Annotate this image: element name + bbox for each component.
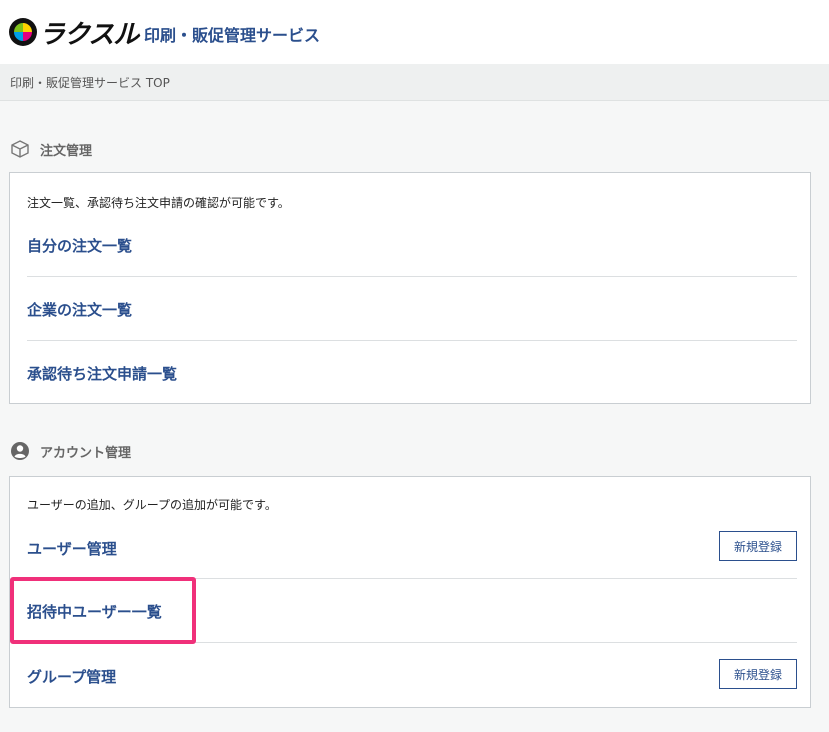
breadcrumb: 印刷・販促管理サービス TOP <box>10 76 170 90</box>
logo-text: ラクスル <box>39 19 139 50</box>
account-card: ユーザーの追加、グループの追加が可能です。 ユーザー管理 新規登録 招待中ユーザ… <box>9 476 811 708</box>
account-description: ユーザーの追加、グループの追加が可能です。 <box>27 498 277 512</box>
order-description: 注文一覧、承認待ち注文申請の確認が可能です。 <box>27 196 290 210</box>
divider <box>27 642 797 643</box>
account-section-title: アカウント管理 <box>40 445 132 461</box>
group-management-link[interactable]: グループ管理 <box>27 666 116 687</box>
user-register-button[interactable]: 新規登録 <box>719 531 797 561</box>
account-section-heading: アカウント管理 <box>10 441 131 461</box>
order-section-heading: 注文管理 <box>10 139 92 159</box>
user-circle-icon <box>11 442 29 460</box>
my-orders-link[interactable]: 自分の注文一覧 <box>27 235 132 256</box>
order-section-title: 注文管理 <box>40 143 93 159</box>
divider <box>27 340 797 341</box>
group-register-button[interactable]: 新規登録 <box>719 659 797 689</box>
service-title[interactable]: 印刷・販促管理サービス <box>144 22 320 46</box>
logo-mark-icon <box>9 18 37 46</box>
divider <box>27 578 797 579</box>
raksul-logo[interactable]: ラクスル <box>9 15 139 50</box>
box-icon <box>11 140 29 158</box>
user-management-link[interactable]: ユーザー管理 <box>27 538 117 559</box>
divider <box>27 276 797 277</box>
invited-users-link[interactable]: 招待中ユーザー一覧 <box>27 601 162 622</box>
site-header: ラクスル 印刷・販促管理サービス <box>0 0 829 64</box>
pending-approval-link[interactable]: 承認待ち注文申請一覧 <box>27 363 177 384</box>
order-card: 注文一覧、承認待ち注文申請の確認が可能です。 自分の注文一覧 企業の注文一覧 承… <box>9 172 811 404</box>
breadcrumb-bar: 印刷・販促管理サービス TOP <box>0 64 829 101</box>
company-orders-link[interactable]: 企業の注文一覧 <box>27 299 132 320</box>
